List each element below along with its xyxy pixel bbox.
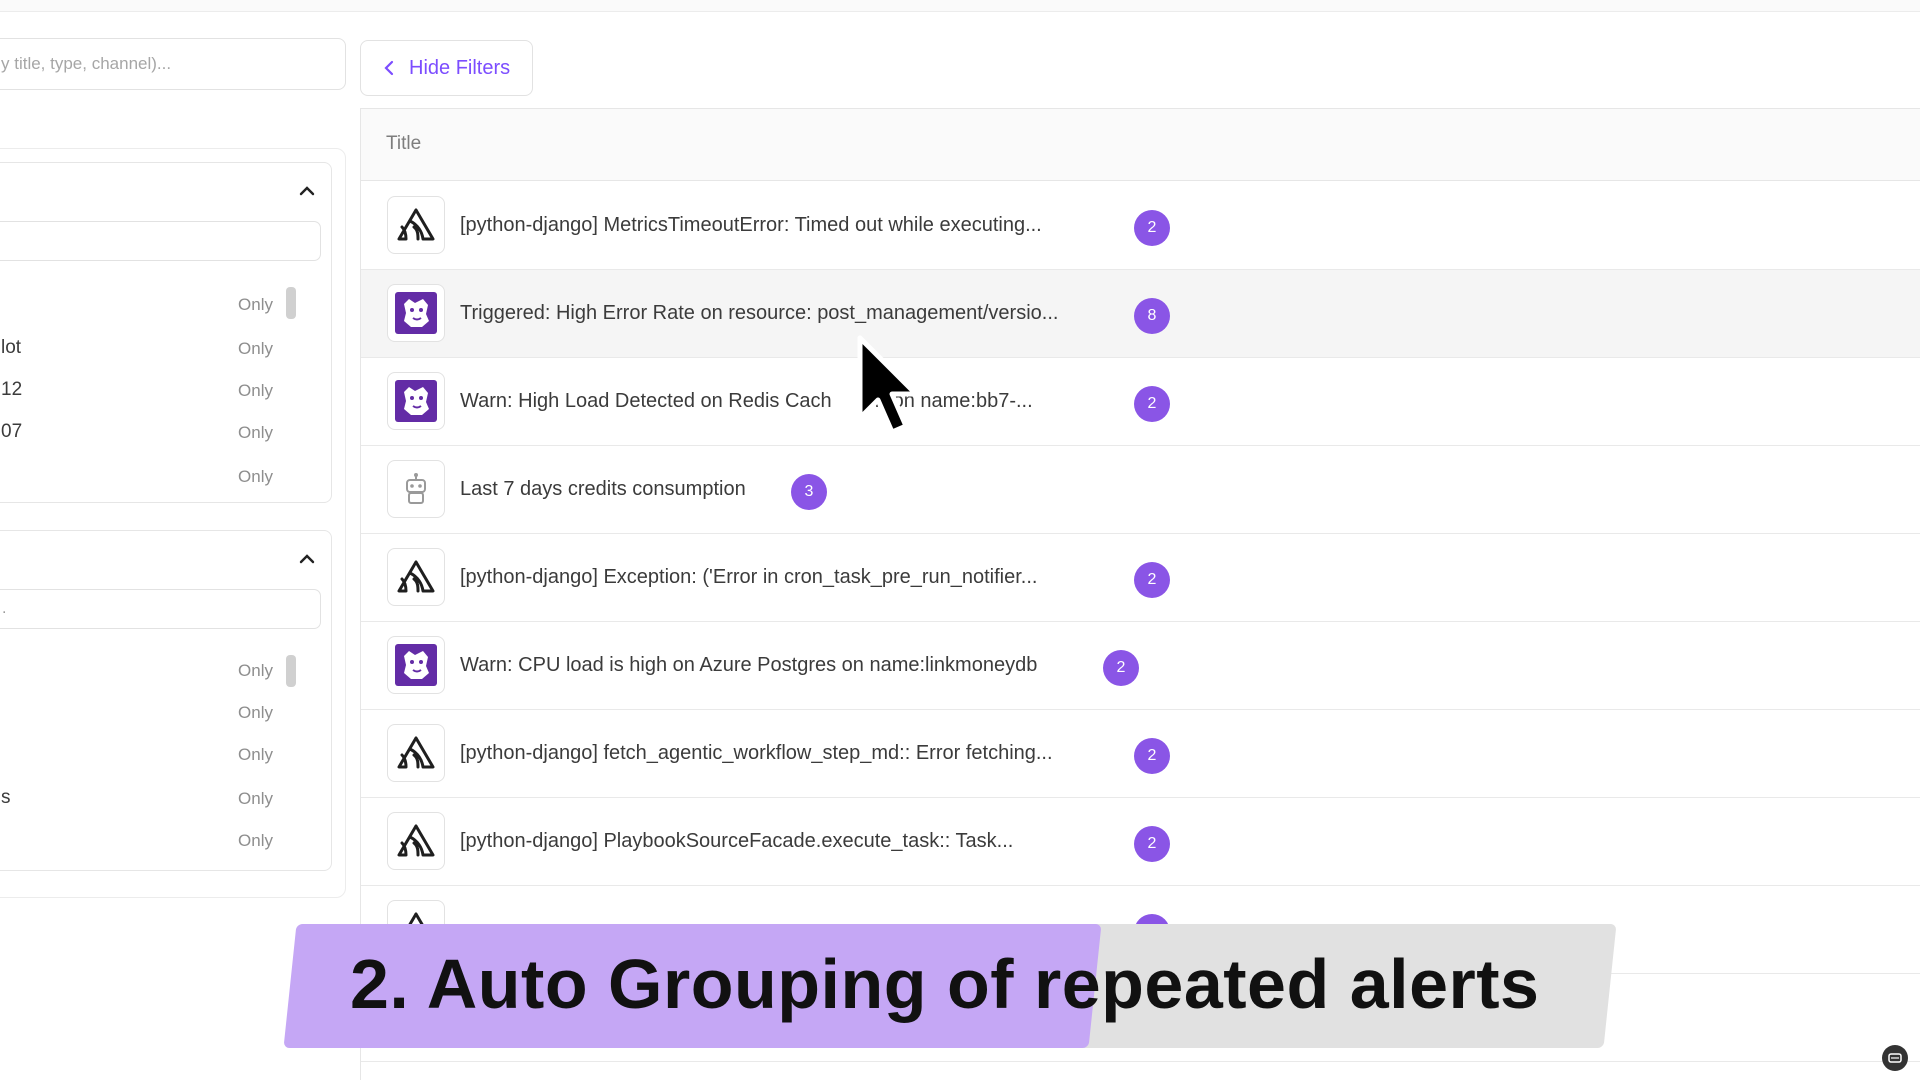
filter-option[interactable]: Only [0, 655, 281, 685]
caption-text: 2. Auto Grouping of repeated alerts [350, 945, 1540, 1023]
chevron-up-icon[interactable] [295, 547, 319, 571]
group-count-badge: 2 [1134, 562, 1170, 598]
table-row[interactable]: Warn: CPU load is high on Azure Postgres… [361, 622, 1920, 710]
only-button[interactable]: Only [238, 339, 273, 359]
datadog-icon [387, 372, 445, 430]
column-header-title[interactable]: Title [386, 133, 421, 155]
group-count-badge: 2 [1134, 386, 1170, 422]
alert-title: [python-django] PlaybookSourceFacade.exe… [460, 830, 1014, 852]
table-row[interactable]: [python-django] fetch_agentic_workflow_s… [361, 710, 1920, 798]
table-row[interactable]: [python-django] PlaybookSourceFacade.exe… [361, 798, 1920, 886]
filter-search-input[interactable] [0, 590, 320, 628]
search-box[interactable] [0, 38, 346, 90]
group-count-badge: 2 [1134, 826, 1170, 862]
table-row[interactable]: Warn: High Load Detected on Redis Cach er… [361, 358, 1920, 446]
alert-title: [python-django] fetch_agentic_workflow_s… [460, 742, 1053, 764]
sentry-icon [387, 548, 445, 606]
only-button[interactable]: Only [238, 467, 273, 487]
filter-option[interactable]: 12 Only [0, 375, 281, 405]
alert-title-head: Warn: High Load Detected on Redis Cach [460, 390, 832, 412]
table-header: Title [361, 109, 1920, 181]
filter-option[interactable]: Only [0, 697, 281, 727]
only-button[interactable]: Only [238, 295, 273, 315]
table-row[interactable]: [python-django] Exception: ('Error in cr… [361, 534, 1920, 622]
group-count-badge: 2 [1134, 210, 1170, 246]
chevron-left-icon [381, 60, 397, 76]
group-count-badge: 2 [1103, 650, 1139, 686]
filter-search-field[interactable] [0, 589, 321, 629]
filter-option-label: 12 [1, 379, 23, 400]
table-row[interactable]: [python-django] MetricsTimeoutError: Tim… [361, 182, 1920, 270]
table-row[interactable]: Last 7 days credits consumption 3 [361, 446, 1920, 534]
captions-icon[interactable] [1882, 1045, 1908, 1071]
only-button[interactable]: Only [238, 423, 273, 443]
only-button[interactable]: Only [238, 789, 273, 809]
hide-filters-label: Hide Filters [409, 56, 511, 79]
filter-option[interactable]: Only [0, 289, 281, 319]
alert-title: Warn: CPU load is high on Azure Postgres… [460, 654, 1038, 676]
top-bar [0, 0, 1920, 12]
alert-title: [python-django] MetricsTimeoutError: Tim… [460, 214, 1042, 236]
filter-option[interactable]: Only [0, 825, 281, 855]
datadog-icon [387, 636, 445, 694]
hide-filters-button[interactable]: Hide Filters [360, 40, 533, 96]
mouse-pointer-icon [852, 332, 922, 442]
only-button[interactable]: Only [238, 703, 273, 723]
filter-option[interactable]: lot Only [0, 333, 281, 363]
alert-title: Warn: High Load Detected on Redis Cach er… [460, 390, 1033, 413]
scrollbar-thumb[interactable] [286, 655, 296, 687]
alert-title: [python-django] Exception: ('Error in cr… [460, 566, 1038, 588]
sentry-icon [387, 196, 445, 254]
chevron-up-icon[interactable] [295, 179, 319, 203]
filter-option[interactable]: 07 Only [0, 417, 281, 447]
only-button[interactable]: Only [238, 661, 273, 681]
filter-option[interactable]: s Only [0, 783, 281, 813]
filter-group: Only lot Only 12 Only 07 Only Only [0, 162, 332, 503]
group-count-badge: 3 [791, 474, 827, 510]
table-row[interactable]: Triggered: High Error Rate on resource: … [361, 270, 1920, 358]
datadog-icon [387, 284, 445, 342]
sentry-icon [387, 724, 445, 782]
alert-title: Last 7 days credits consumption [460, 478, 746, 500]
search-input[interactable] [0, 39, 345, 89]
robot-icon [387, 460, 445, 518]
filter-option[interactable]: Only [0, 739, 281, 769]
filter-option-label: lot [1, 337, 22, 358]
scrollbar-thumb[interactable] [286, 287, 296, 319]
group-count-badge: 2 [1134, 738, 1170, 774]
only-button[interactable]: Only [238, 381, 273, 401]
filter-option[interactable]: Only [0, 461, 281, 491]
only-button[interactable]: Only [238, 831, 273, 851]
filter-group: Only Only Only s Only Only [0, 530, 332, 871]
filter-search-input[interactable] [0, 222, 320, 260]
filter-search-field[interactable] [0, 221, 321, 261]
sentry-icon [387, 812, 445, 870]
alert-title: Triggered: High Error Rate on resource: … [460, 302, 1059, 324]
group-count-badge: 8 [1134, 298, 1170, 334]
filter-option-label: 07 [1, 421, 23, 442]
only-button[interactable]: Only [238, 745, 273, 765]
filter-option-label: s [1, 787, 11, 808]
